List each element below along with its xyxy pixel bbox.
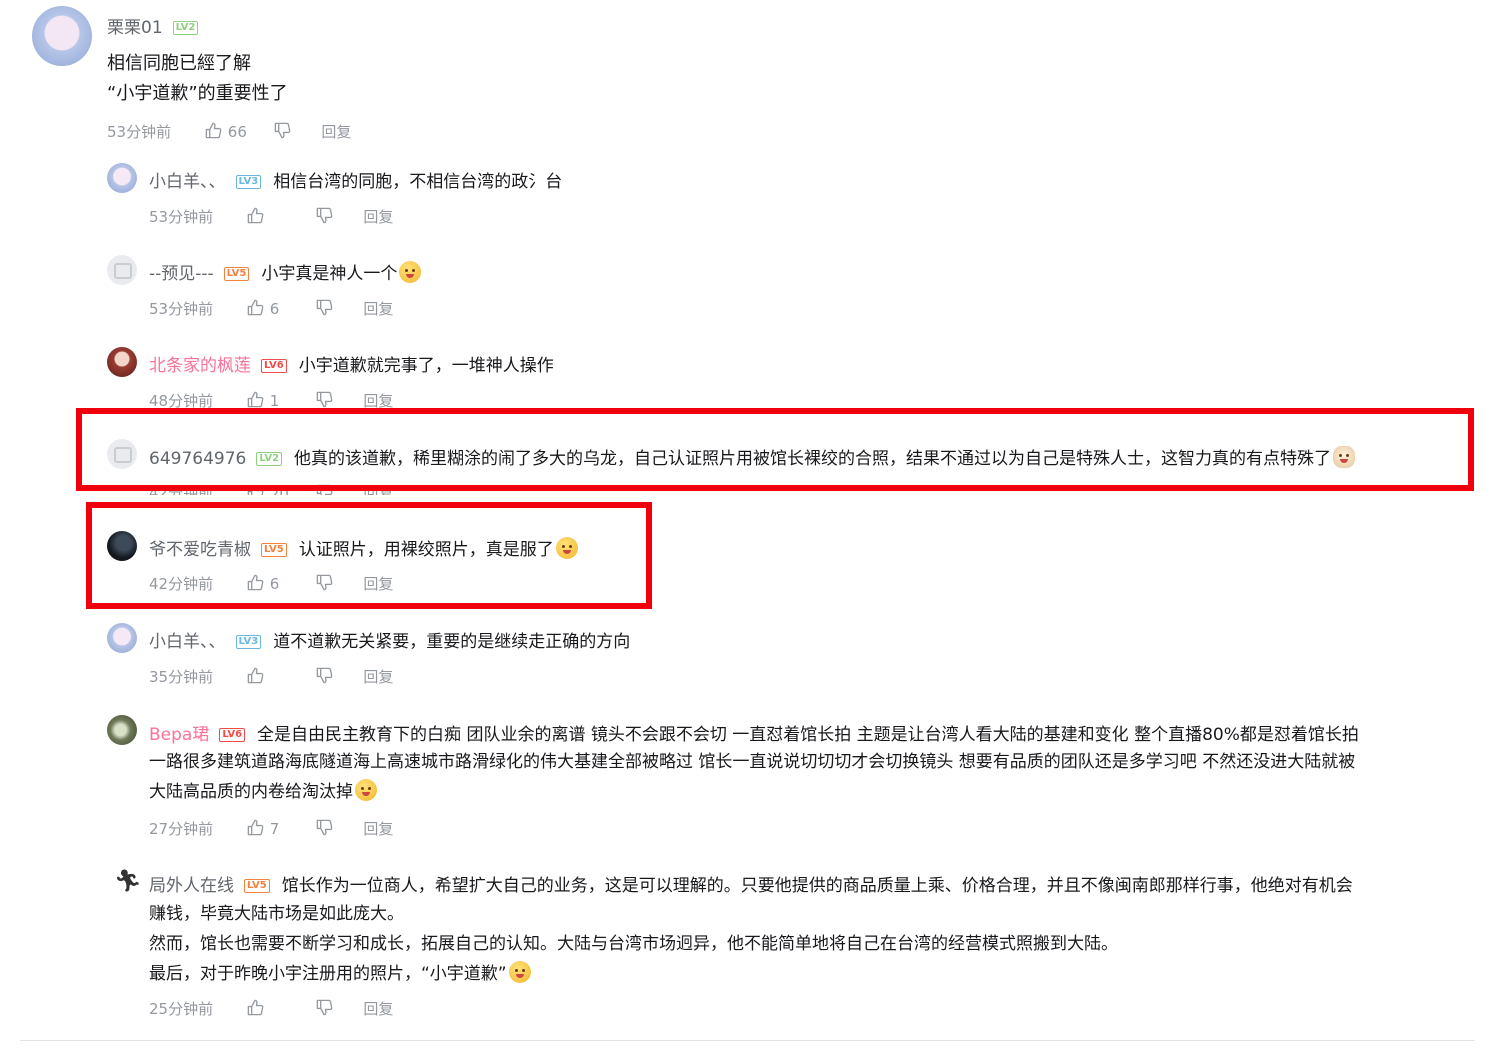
comment-meta: 35分钟前 回复 bbox=[149, 666, 393, 686]
username[interactable]: 北条家的枫莲 bbox=[149, 356, 251, 376]
avatar[interactable] bbox=[107, 623, 137, 653]
timestamp: 53分钟前 bbox=[149, 207, 214, 226]
like-button[interactable]: 7 bbox=[246, 818, 310, 839]
comment-text: 道不道歉无关紧要，重要的是继续走正确的方向 bbox=[273, 632, 631, 652]
username[interactable]: --预见--- bbox=[149, 264, 214, 284]
like-button[interactable]: 66 bbox=[204, 121, 268, 142]
timestamp: 53分钟前 bbox=[107, 122, 172, 141]
dislike-button[interactable] bbox=[315, 818, 359, 839]
thumbs-down-icon bbox=[315, 818, 334, 837]
avatar[interactable] bbox=[107, 347, 137, 377]
thumbs-down-icon bbox=[273, 121, 292, 140]
comment-text: 相信台湾的同胞，不相信台湾的政氵台 bbox=[273, 172, 563, 192]
level-badge: LV5 bbox=[244, 879, 270, 893]
username[interactable]: 栗栗01 LV2 bbox=[107, 13, 199, 38]
default-avatar-icon bbox=[114, 263, 132, 279]
comment-row: 小白羊、、 LV3 相信台湾的同胞，不相信台湾的政氵台 bbox=[149, 167, 562, 192]
avatar[interactable] bbox=[107, 715, 137, 745]
emoji-icon bbox=[355, 779, 377, 801]
avatar[interactable] bbox=[107, 163, 137, 193]
thumbs-up-icon bbox=[204, 121, 223, 140]
reply-button[interactable]: 回复 bbox=[321, 122, 351, 142]
username[interactable]: Bepa珺 bbox=[149, 725, 209, 745]
level-badge: LV6 bbox=[219, 728, 246, 742]
reply-button[interactable]: 回复 bbox=[363, 667, 393, 687]
comment-text: 小宇真是神人一个 bbox=[261, 261, 422, 284]
like-button[interactable]: 6 bbox=[246, 298, 310, 319]
timestamp: 25分钟前 bbox=[149, 999, 214, 1018]
comment-meta: 53分钟前 回复 bbox=[149, 206, 393, 226]
thumbs-up-icon bbox=[246, 818, 265, 837]
highlight-box bbox=[76, 408, 1474, 491]
level-badge: LV2 bbox=[172, 21, 199, 35]
thumbs-down-icon bbox=[315, 666, 334, 685]
thumbs-up-icon bbox=[246, 298, 265, 317]
comment-meta: 53分钟前 6 回复 bbox=[149, 298, 393, 319]
thumbs-down-icon bbox=[315, 998, 334, 1017]
username[interactable]: 小白羊、、 bbox=[149, 632, 226, 652]
comment-meta: 48分钟前 1 回复 bbox=[149, 390, 393, 411]
thumbs-down-icon bbox=[315, 298, 334, 317]
comment-meta: 53分钟前 66 回复 bbox=[107, 121, 351, 142]
thumbs-down-icon bbox=[315, 390, 334, 409]
comment-meta: 25分钟前 回复 bbox=[149, 998, 393, 1018]
avatar[interactable] bbox=[32, 6, 92, 66]
thumbs-up-icon bbox=[246, 666, 265, 685]
comment-text: 馆长作为一位商人，希望扩大自己的业务，这是可以理解的。只要他提供的商品质量上乘、… bbox=[281, 876, 1353, 896]
comment-text: 相信同胞已經了解 “小宇道歉”的重要性了 bbox=[107, 53, 288, 104]
thumbs-up-icon bbox=[246, 390, 265, 409]
divider bbox=[20, 1040, 1475, 1041]
reply-button[interactable]: 回复 bbox=[363, 999, 393, 1019]
dislike-button[interactable] bbox=[273, 121, 317, 142]
level-badge: LV3 bbox=[235, 635, 262, 649]
timestamp: 35分钟前 bbox=[149, 667, 214, 686]
thumbs-up-icon bbox=[246, 206, 265, 225]
comment-text: 赚钱，毕竟大陆市场是如此庞大。 然而，馆长也需要不断学习和成长，拓展自己的认知。大… bbox=[149, 904, 1118, 984]
comment-row: --预见--- LV5 小宇真是神人一个 bbox=[149, 259, 422, 284]
level-badge: LV5 bbox=[223, 267, 250, 281]
comment-text: 一路很多建筑道路海底隧道海上高速城市路滑绿化的伟大基建全部被略过 馆长一直说说切… bbox=[149, 752, 1356, 802]
like-count: 6 bbox=[269, 300, 280, 318]
level-badge: LV6 bbox=[261, 359, 287, 373]
dislike-button[interactable] bbox=[315, 206, 359, 227]
comment-meta: 27分钟前 7 回复 bbox=[149, 818, 393, 839]
reply-button[interactable]: 回复 bbox=[363, 207, 393, 227]
timestamp: 53分钟前 bbox=[149, 299, 214, 318]
thumbs-up-icon bbox=[246, 998, 265, 1017]
like-count: 7 bbox=[269, 820, 280, 838]
like-button[interactable] bbox=[246, 206, 310, 227]
comment-text: 全是自由民主教育下的白痴 团队业余的离谱 镜头不会跟不会切 一直怼着馆长拍 主题… bbox=[257, 725, 1359, 745]
timestamp: 27分钟前 bbox=[149, 819, 214, 838]
dislike-button[interactable] bbox=[315, 998, 359, 1019]
reply-button[interactable]: 回复 bbox=[363, 819, 393, 839]
highlight-box bbox=[86, 502, 652, 609]
emoji-icon bbox=[508, 961, 531, 983]
dislike-button[interactable] bbox=[315, 298, 359, 319]
comment-text: 小宇道歉就完事了，一堆神人操作 bbox=[298, 356, 554, 376]
level-badge: LV3 bbox=[235, 175, 262, 189]
like-count: 66 bbox=[227, 123, 247, 141]
comment-row: 北条家的枫莲 LV6 小宇道歉就完事了，一堆神人操作 bbox=[149, 351, 554, 376]
username[interactable]: 小白羊、、 bbox=[149, 172, 226, 192]
comment-row: Bepa珺 LV6 全是自由民主教育下的白痴 团队业余的离谱 镜头不会跟不会切 一直… bbox=[149, 720, 1359, 745]
comment-row: 小白羊、、 LV3 道不道歉无关紧要，重要的是继续走正确的方向 bbox=[149, 627, 630, 652]
like-button[interactable] bbox=[246, 666, 310, 687]
like-button[interactable] bbox=[246, 998, 310, 1019]
figure-avatar-icon: 🏃︎ bbox=[114, 869, 142, 894]
thumbs-down-icon bbox=[315, 206, 334, 225]
reply-button[interactable]: 回复 bbox=[363, 299, 393, 319]
username[interactable]: 局外人在线 bbox=[149, 876, 234, 896]
emoji-icon bbox=[399, 261, 422, 283]
comment-row: 局外人在线 LV5 馆长作为一位商人，希望扩大自己的业务，这是可以理解的。只要他提供… bbox=[149, 871, 1353, 896]
dislike-button[interactable] bbox=[315, 666, 359, 687]
